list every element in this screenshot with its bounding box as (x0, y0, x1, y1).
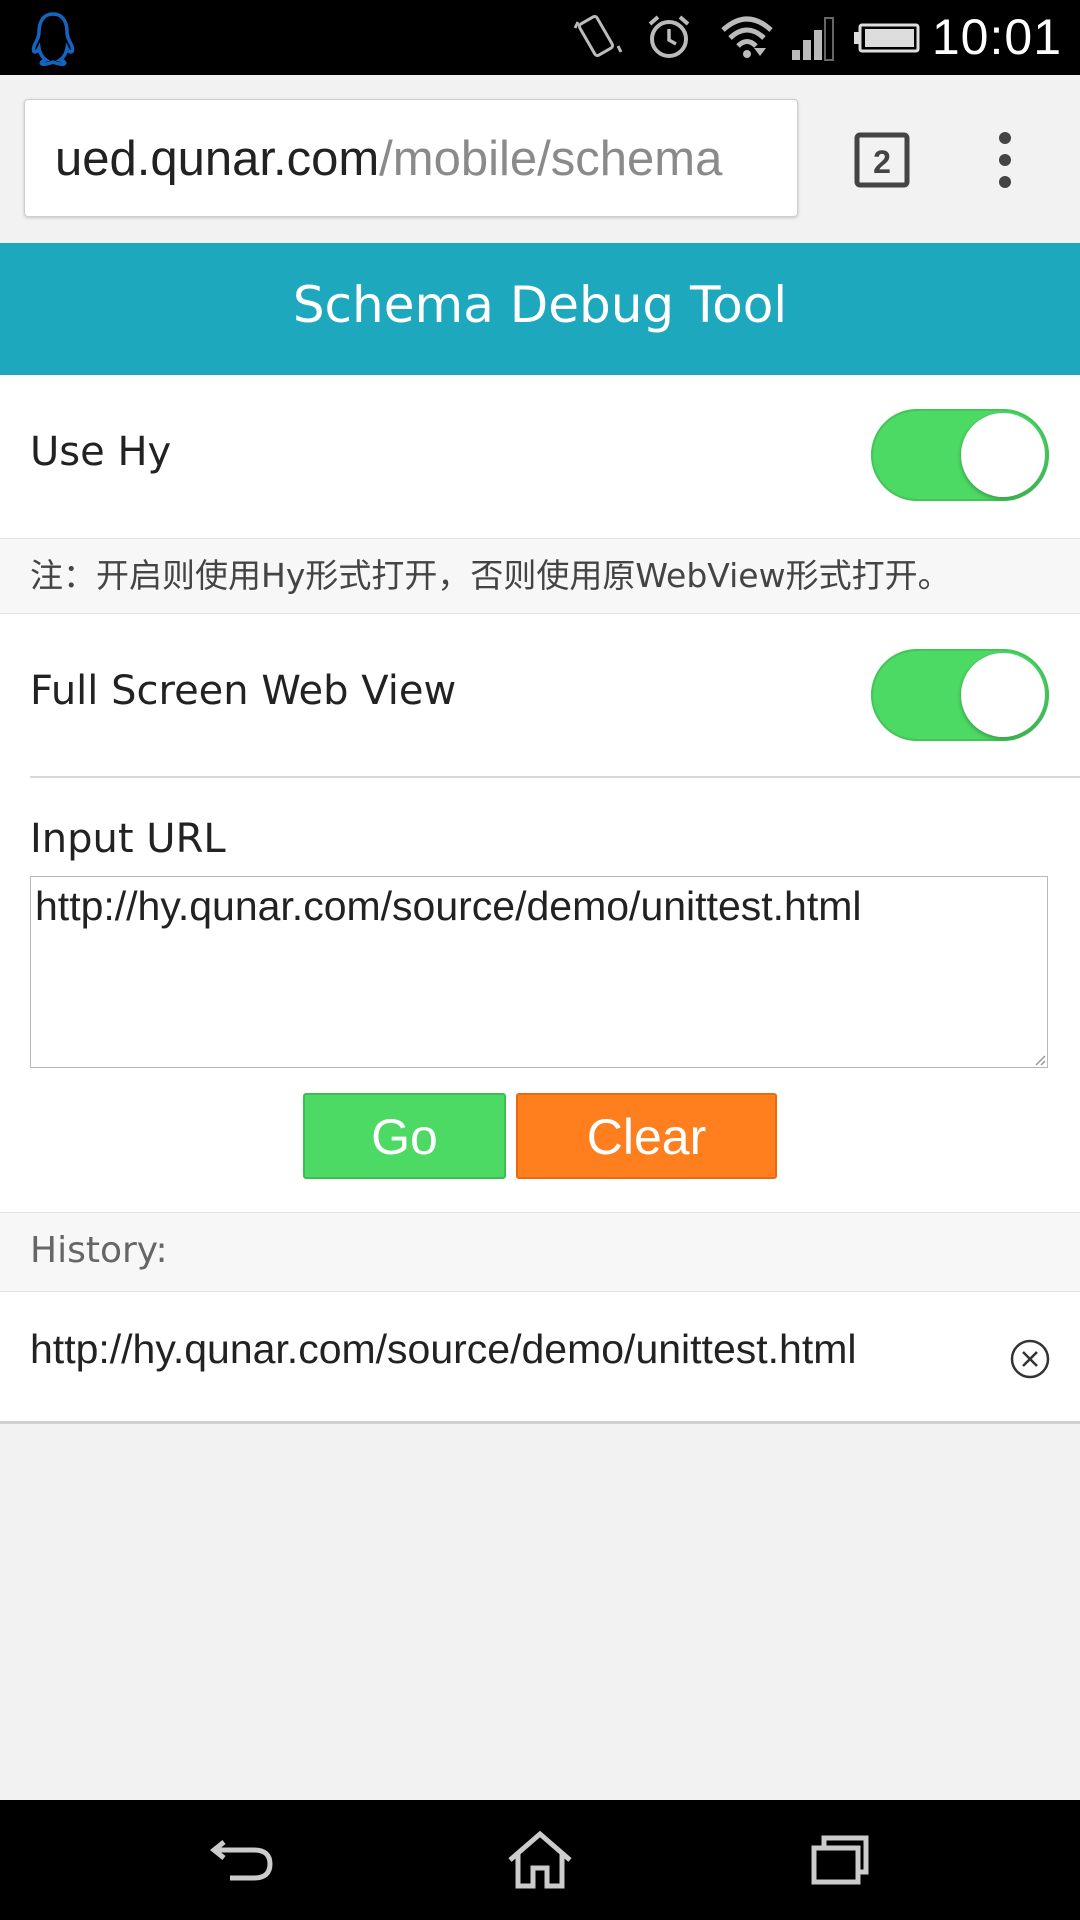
more-vert-icon (999, 132, 1011, 188)
alarm-icon (648, 15, 690, 58)
battery-icon (854, 23, 920, 53)
history-url[interactable]: http://hy.qunar.com/source/demo/unittest… (30, 1326, 857, 1373)
go-button[interactable]: Go (303, 1093, 506, 1179)
status-bar: 10:01 (0, 0, 1080, 75)
browser-menu-button[interactable] (990, 130, 1020, 190)
history-header: History: (0, 1212, 1080, 1292)
history-item[interactable]: http://hy.qunar.com/source/demo/unittest… (0, 1292, 1080, 1424)
url-path: /mobile/schema (379, 132, 723, 186)
clear-button[interactable]: Clear (516, 1093, 777, 1179)
vibrate-icon (573, 15, 623, 57)
url-host: ued.qunar.com (55, 132, 380, 186)
navigation-bar (0, 1800, 1080, 1920)
page-title: Schema Debug Tool (0, 243, 1080, 375)
home-icon[interactable] (506, 1830, 574, 1890)
qq-penguin-icon (31, 12, 75, 66)
tabs-icon: 2 (854, 132, 910, 188)
full-screen-toggle[interactable] (871, 649, 1049, 741)
full-screen-label: Full Screen Web View (30, 668, 457, 714)
status-time: 10:01 (931, 9, 1062, 65)
wifi-icon (721, 16, 773, 58)
back-icon[interactable] (210, 1830, 276, 1890)
use-hy-toggle[interactable] (871, 409, 1049, 501)
delete-history-icon[interactable] (1008, 1337, 1052, 1381)
use-hy-note: 注：开启则使用Hy形式打开，否则使用原WebView形式打开。 (0, 538, 1080, 614)
signal-icon (792, 17, 834, 61)
browser-toolbar: ued.qunar.com/mobile/schema 2 (0, 75, 1080, 244)
url-input[interactable]: http://hy.qunar.com/source/demo/unittest… (30, 876, 1048, 1068)
resize-grip-icon[interactable] (1034, 1054, 1046, 1066)
tab-switcher-button[interactable]: 2 (854, 132, 910, 188)
toggle-knob (961, 413, 1045, 497)
input-section: Input URL http://hy.qunar.com/source/dem… (0, 778, 1080, 1212)
full-screen-row: Full Screen Web View (0, 614, 1080, 778)
tab-count: 2 (873, 144, 891, 180)
address-bar[interactable]: ued.qunar.com/mobile/schema (24, 99, 798, 217)
recent-apps-icon[interactable] (810, 1830, 870, 1890)
use-hy-row: Use Hy (0, 375, 1080, 538)
use-hy-label: Use Hy (30, 429, 172, 475)
input-url-label: Input URL (30, 816, 226, 862)
toggle-knob (961, 653, 1045, 737)
